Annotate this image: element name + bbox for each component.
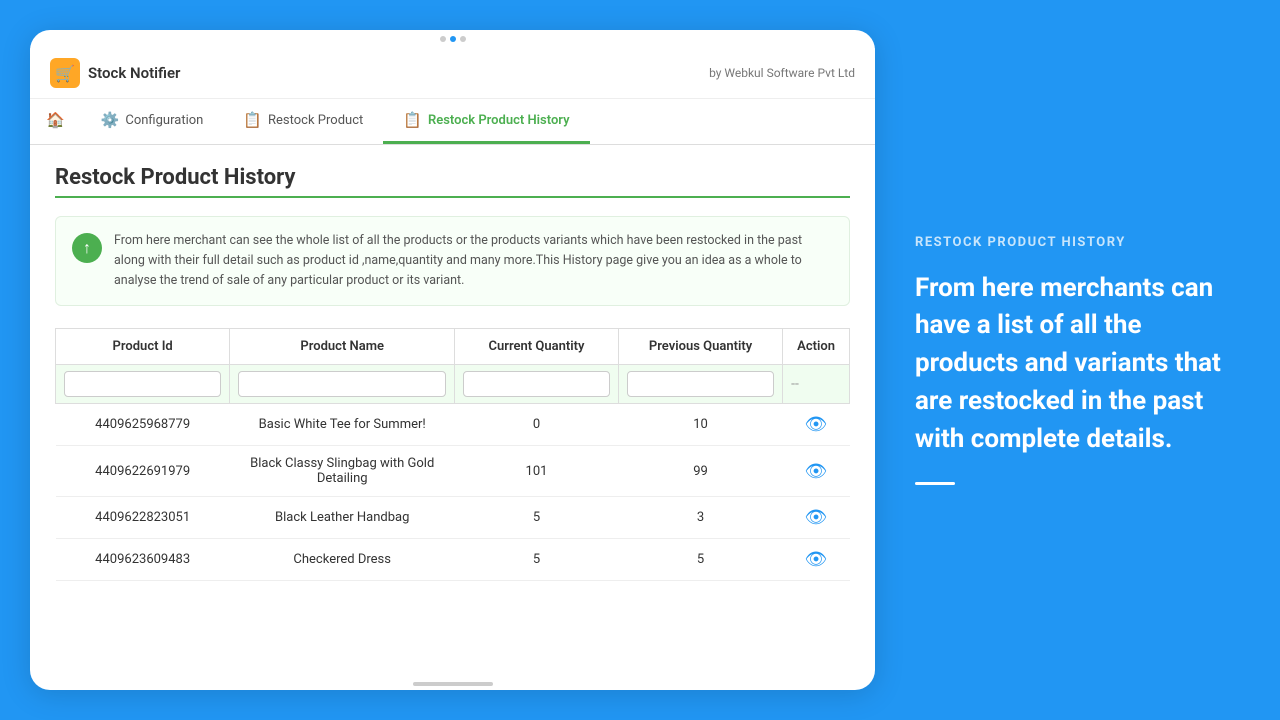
right-panel-description: From here merchants can have a list of a… — [915, 270, 1240, 458]
by-text: by Webkul Software Pvt Ltd — [709, 66, 855, 80]
cell-action: 👁 — [783, 446, 850, 497]
cell-action: 👁 — [783, 497, 850, 539]
table-header-row: Product Id Product Name Current Quantity… — [56, 329, 850, 365]
content-area: Restock Product History ↑ From here merc… — [30, 145, 875, 674]
filter-product-name-input[interactable] — [238, 371, 446, 397]
filter-row: -- — [56, 365, 850, 404]
outer-container: 🛒 Stock Notifier by Webkul Software Pvt … — [0, 0, 1280, 720]
title-underline — [55, 196, 850, 198]
tab-configuration-label: Configuration — [125, 113, 203, 128]
filter-action-cell: -- — [783, 365, 850, 404]
cell-previous-qty: 5 — [618, 539, 782, 581]
cell-product-id: 4409622823051 — [56, 497, 230, 539]
col-product-id: Product Id — [56, 329, 230, 365]
tab-home[interactable]: 🏠 — [30, 99, 81, 144]
table-row: 4409622691979 Black Classy Slingbag with… — [56, 446, 850, 497]
cell-product-id: 4409623609483 — [56, 539, 230, 581]
cell-action: 👁 — [783, 539, 850, 581]
scroll-dot-2 — [450, 36, 456, 42]
filter-product-id-cell — [56, 365, 230, 404]
cell-current-qty: 0 — [455, 404, 619, 446]
left-panel: 🛒 Stock Notifier by Webkul Software Pvt … — [30, 30, 875, 690]
history-icon: 📋 — [403, 111, 422, 129]
filter-product-name-cell — [230, 365, 455, 404]
cell-product-name: Checkered Dress — [230, 539, 455, 581]
bottom-scroll — [30, 674, 875, 690]
app-title: Stock Notifier — [88, 64, 180, 82]
view-icon[interactable]: 👁 — [805, 414, 828, 435]
table-row: 4409623609483 Checkered Dress 5 5 👁 — [56, 539, 850, 581]
cell-previous-qty: 3 — [618, 497, 782, 539]
scroll-bar-thumb — [413, 682, 493, 686]
cell-product-name: Black Leather Handbag — [230, 497, 455, 539]
col-previous-qty: Previous Quantity — [618, 329, 782, 365]
cell-product-id: 4409625968779 — [56, 404, 230, 446]
filter-previous-qty-cell — [618, 365, 782, 404]
filter-current-qty-input[interactable] — [463, 371, 610, 397]
cell-previous-qty: 10 — [618, 404, 782, 446]
cell-previous-qty: 99 — [618, 446, 782, 497]
home-icon: 🏠 — [46, 111, 65, 129]
table-row: 4409622823051 Black Leather Handbag 5 3 … — [56, 497, 850, 539]
info-icon: ↑ — [72, 233, 102, 263]
tab-restock-product-label: Restock Product — [268, 113, 363, 128]
tab-configuration[interactable]: ⚙️ Configuration — [81, 99, 224, 144]
restock-product-icon: 📋 — [243, 111, 262, 129]
page-title: Restock Product History — [55, 165, 850, 190]
col-action: Action — [783, 329, 850, 365]
right-panel-divider — [915, 482, 955, 485]
view-icon[interactable]: 👁 — [805, 507, 828, 528]
tab-restock-product-history-label: Restock Product History — [428, 113, 570, 128]
cell-current-qty: 5 — [455, 539, 619, 581]
cell-product-name: Basic White Tee for Summer! — [230, 404, 455, 446]
filter-product-id-input[interactable] — [64, 371, 221, 397]
scroll-dot-3 — [460, 36, 466, 42]
cell-current-qty: 101 — [455, 446, 619, 497]
filter-current-qty-cell — [455, 365, 619, 404]
info-text: From here merchant can see the whole lis… — [114, 231, 833, 291]
cell-current-qty: 5 — [455, 497, 619, 539]
scroll-dot-1 — [440, 36, 446, 42]
tab-restock-product[interactable]: 📋 Restock Product — [223, 99, 383, 144]
right-panel: RESTOCK PRODUCT HISTORY From here mercha… — [875, 0, 1280, 720]
filter-action-dash: -- — [791, 376, 799, 392]
view-icon[interactable]: 👁 — [805, 549, 828, 570]
cell-product-id: 4409622691979 — [56, 446, 230, 497]
cell-product-name: Black Classy Slingbag with Gold Detailin… — [230, 446, 455, 497]
scroll-dots — [30, 30, 875, 48]
app-icon: 🛒 — [50, 58, 80, 88]
filter-previous-qty-input[interactable] — [627, 371, 774, 397]
table-row: 4409625968779 Basic White Tee for Summer… — [56, 404, 850, 446]
cell-action: 👁 — [783, 404, 850, 446]
right-panel-label: RESTOCK PRODUCT HISTORY — [915, 235, 1240, 250]
config-icon: ⚙️ — [101, 111, 120, 129]
top-bar: 🛒 Stock Notifier by Webkul Software Pvt … — [30, 48, 875, 99]
app-brand: 🛒 Stock Notifier — [50, 58, 180, 88]
info-box: ↑ From here merchant can see the whole l… — [55, 216, 850, 306]
col-product-name: Product Name — [230, 329, 455, 365]
col-current-qty: Current Quantity — [455, 329, 619, 365]
view-icon[interactable]: 👁 — [805, 461, 828, 482]
tab-restock-product-history[interactable]: 📋 Restock Product History — [383, 99, 589, 144]
nav-tabs: 🏠 ⚙️ Configuration 📋 Restock Product 📋 R… — [30, 99, 875, 145]
data-table: Product Id Product Name Current Quantity… — [55, 328, 850, 581]
